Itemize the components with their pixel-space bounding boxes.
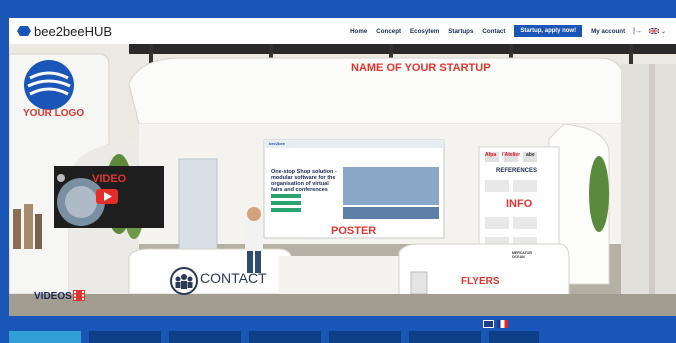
info-logo-mercator: MERCATOR OCEAN <box>512 251 532 259</box>
nav-startups[interactable]: Startups <box>448 28 473 35</box>
uk-flag-icon[interactable] <box>483 320 494 328</box>
booth-language-flags <box>483 320 511 328</box>
nav-concept[interactable]: Concept <box>376 28 401 35</box>
section-tab-1[interactable] <box>9 331 81 343</box>
nav-ecosystem[interactable]: Ecosytem <box>410 28 439 35</box>
video-label[interactable]: VIDEO <box>92 173 126 185</box>
brand[interactable]: bee2beeHUB <box>17 24 112 39</box>
top-navbar: bee2beeHUB Home Concept Ecosytem Startup… <box>9 18 676 44</box>
contact-group-icon <box>170 267 198 295</box>
fr-flag-icon[interactable] <box>497 320 508 328</box>
my-account-link[interactable]: My account <box>591 28 625 35</box>
section-tab-5[interactable] <box>329 331 401 343</box>
bee-logo-icon <box>17 26 31 36</box>
booth-section-tabs <box>9 331 676 343</box>
apply-now-button[interactable]: Startup, apply now! <box>514 25 583 37</box>
logo-label[interactable]: YOUR LOGO <box>23 108 84 119</box>
flyers-label[interactable]: FLYERS <box>461 276 500 287</box>
nav-contact[interactable]: Contact <box>482 28 505 35</box>
contact-label[interactable]: CONTACT <box>200 270 267 286</box>
info-label[interactable]: INFO <box>506 198 532 210</box>
poster-brand: bee2bee <box>269 141 286 146</box>
info-logo-afpa: Afpa <box>485 152 497 158</box>
section-tab-2[interactable] <box>89 331 161 343</box>
startup-logo-placeholder-icon <box>24 60 74 110</box>
chevron-down-icon: ⌄ <box>660 28 666 35</box>
section-tab-4[interactable] <box>249 331 321 343</box>
section-tab-7[interactable] <box>489 331 539 343</box>
videos-label[interactable]: VIDEOS <box>34 291 72 302</box>
section-tab-3[interactable] <box>169 331 241 343</box>
poster-label[interactable]: POSTER <box>331 225 376 237</box>
info-logo-atelier: l'Atelier <box>502 152 521 158</box>
references-label: REFERENCES <box>496 168 538 174</box>
nav-home[interactable]: Home <box>350 28 367 35</box>
brand-name: bee2beeHUB <box>34 23 113 39</box>
poster-headline: One-stop Shop solution - modular softwar… <box>271 169 337 193</box>
nav-links: Home Concept Ecosytem Startups Contact S… <box>341 25 666 37</box>
info-logo-abe: abe <box>526 152 535 158</box>
film-strip-icon <box>73 290 85 301</box>
language-selector[interactable]: ⌄ <box>648 28 666 35</box>
uk-flag-icon <box>648 28 659 34</box>
section-tab-6[interactable] <box>409 331 481 343</box>
logout-icon[interactable]: |→ <box>633 28 642 35</box>
startup-name-banner: NAME OF YOUR STARTUP <box>351 62 491 74</box>
virtual-booth: NAME OF YOUR STARTUP YOUR LOGO VIDEO bee… <box>9 44 676 316</box>
page: bee2beeHUB Home Concept Ecosytem Startup… <box>0 0 676 343</box>
